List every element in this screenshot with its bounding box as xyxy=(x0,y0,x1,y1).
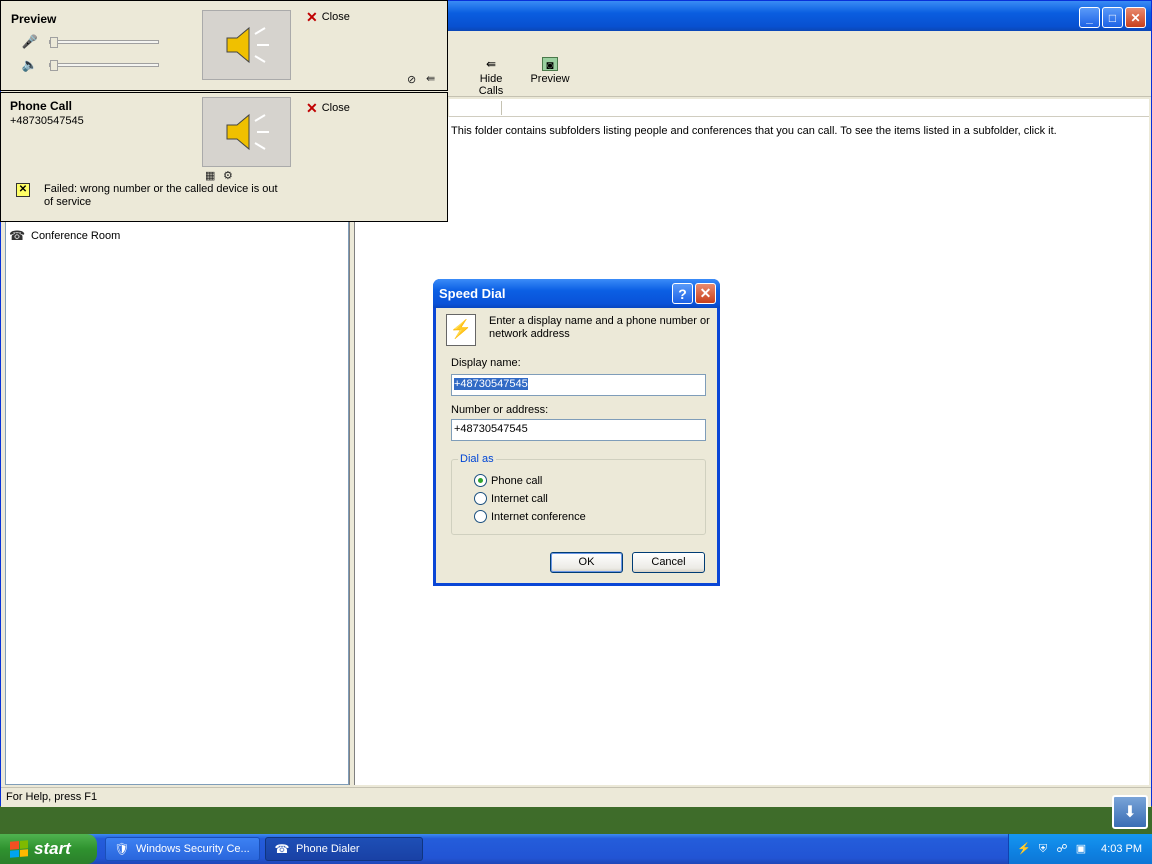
call-speaker-image xyxy=(202,97,291,167)
system-tray: ⚡ ⛨ ☍ ▣ 4:03 PM xyxy=(1008,834,1152,864)
radio-internet-call-label: Internet call xyxy=(491,492,548,505)
microphone-icon: 🎤 xyxy=(21,34,39,49)
close-x-icon: ✕ xyxy=(306,9,318,25)
phone-call-panel: Phone Call +48730547545 ▦ ⚙ ✕ Close ✕ Fa… xyxy=(0,92,448,222)
column-separator[interactable] xyxy=(501,101,502,115)
folder-message: This folder contains subfolders listing … xyxy=(451,125,1057,137)
list-column-header[interactable] xyxy=(449,99,1149,117)
task-phone-dialer-label: Phone Dialer xyxy=(296,843,360,855)
keypad-icon[interactable]: ▦ xyxy=(205,169,215,182)
display-name-input[interactable]: +48730547545 xyxy=(451,374,706,396)
pin-icon[interactable]: ⊘ xyxy=(407,73,416,86)
dock-arrow-icon[interactable]: ⇚ xyxy=(426,72,435,85)
call-status: ✕ Failed: wrong number or the called dev… xyxy=(16,183,289,209)
preview-icon: ◙ xyxy=(542,57,558,72)
network-icon[interactable]: ⚡ xyxy=(1017,842,1031,856)
maximize-button[interactable]: □ xyxy=(1102,7,1123,28)
microphone-slider-row: 🎤 xyxy=(21,34,159,50)
status-bar: For Help, press F1 xyxy=(1,787,1151,807)
call-status-text: Failed: wrong number or the called devic… xyxy=(44,183,278,208)
speaker-icon xyxy=(226,26,269,64)
speed-dial-dialog: Speed Dial ? ✕ ⚡ Enter a display name an… xyxy=(433,279,720,586)
task-security-center-label: Windows Security Ce... xyxy=(136,843,250,855)
radio-phone-call[interactable]: Phone call xyxy=(474,474,542,487)
number-label: Number or address: xyxy=(451,404,549,416)
hide-calls-label: Hide Calls xyxy=(478,73,504,97)
speaker-icon xyxy=(226,113,269,151)
radio-phone-call-label: Phone call xyxy=(491,474,543,487)
microphone-slider[interactable] xyxy=(49,37,159,48)
preview-speaker-image xyxy=(202,10,291,80)
dialog-close-button[interactable]: ✕ xyxy=(695,283,716,304)
ok-button[interactable]: OK xyxy=(550,552,623,573)
radio-phone-call-button[interactable] xyxy=(474,474,487,487)
volume-icon[interactable]: ▣ xyxy=(1074,842,1088,856)
dial-as-label: Dial as xyxy=(458,453,496,465)
phone-dialer-icon: ☎ xyxy=(274,842,290,856)
dial-as-group: Dial as Phone call Internet call Interne… xyxy=(451,453,706,535)
speaker-slider-row: 🔈 xyxy=(21,57,159,73)
phone-call-title: Phone Call xyxy=(10,99,73,113)
window-close-button[interactable]: ✕ xyxy=(1125,7,1146,28)
radio-internet-conference-label: Internet conference xyxy=(491,510,586,523)
speaker-volume-icon: 🔈 xyxy=(21,57,39,72)
transfer-icon[interactable]: ⚙ xyxy=(223,169,233,182)
number-input[interactable]: +48730547545 xyxy=(451,419,706,441)
conference-room-icon: ☎ xyxy=(9,228,26,243)
close-x-icon: ✕ xyxy=(306,100,318,116)
cancel-button[interactable]: Cancel xyxy=(632,552,705,573)
start-button[interactable]: start xyxy=(0,834,97,864)
speaker-slider[interactable] xyxy=(49,60,159,71)
preview-close-button[interactable]: ✕ Close xyxy=(306,9,350,25)
help-button[interactable]: ? xyxy=(672,283,693,304)
preview-close-label: Close xyxy=(321,11,350,23)
display-name-label: Display name: xyxy=(451,357,521,369)
preview-panel: Preview 🎤 🔈 ✕ Close ⊘ ⇚ xyxy=(0,0,448,91)
speaker-slider-thumb[interactable] xyxy=(50,60,58,71)
radio-internet-call[interactable]: Internet call xyxy=(474,492,548,505)
hide-calls-button[interactable]: ⇚ Hide Calls xyxy=(467,57,515,97)
call-close-button[interactable]: ✕ Close xyxy=(306,100,350,116)
taskbar: start 🛡 Windows Security Ce... ☎ Phone D… xyxy=(0,834,1152,864)
speed-dial-title: Speed Dial xyxy=(439,286,506,301)
scroll-down-icon[interactable]: ⬇ xyxy=(1112,795,1148,829)
connection-icon[interactable]: ☍ xyxy=(1055,842,1069,856)
shield-icon: 🛡 xyxy=(114,842,130,856)
speed-dial-instructions: Enter a display name and a phone number … xyxy=(489,315,710,340)
radio-internet-call-button[interactable] xyxy=(474,492,487,505)
preview-button[interactable]: ◙ Preview xyxy=(528,57,572,91)
radio-internet-conference-button[interactable] xyxy=(474,510,487,523)
call-number: +48730547545 xyxy=(10,115,84,127)
clock[interactable]: 4:03 PM xyxy=(1101,843,1142,855)
tree-item-conference-room[interactable]: ☎ Conference Room xyxy=(9,229,120,243)
task-security-center[interactable]: 🛡 Windows Security Ce... xyxy=(105,837,260,861)
preview-label: Preview xyxy=(530,73,570,85)
speed-dial-icon: ⚡ xyxy=(446,314,476,346)
radio-internet-conference[interactable]: Internet conference xyxy=(474,510,586,523)
windows-flag-icon xyxy=(10,840,28,858)
conference-room-label: Conference Room xyxy=(31,230,121,242)
failed-icon: ✕ xyxy=(16,183,30,197)
minimize-button[interactable]: _ xyxy=(1079,7,1100,28)
security-alert-icon[interactable]: ⛨ xyxy=(1036,842,1050,856)
display-name-value: +48730547545 xyxy=(454,378,528,390)
hide-calls-icon: ⇚ xyxy=(485,57,497,71)
number-value: +48730547545 xyxy=(454,423,528,435)
start-label: start xyxy=(34,839,71,858)
microphone-slider-thumb[interactable] xyxy=(50,37,58,48)
call-close-label: Close xyxy=(321,102,350,114)
task-phone-dialer[interactable]: ☎ Phone Dialer xyxy=(265,837,423,861)
preview-title: Preview xyxy=(11,12,57,26)
